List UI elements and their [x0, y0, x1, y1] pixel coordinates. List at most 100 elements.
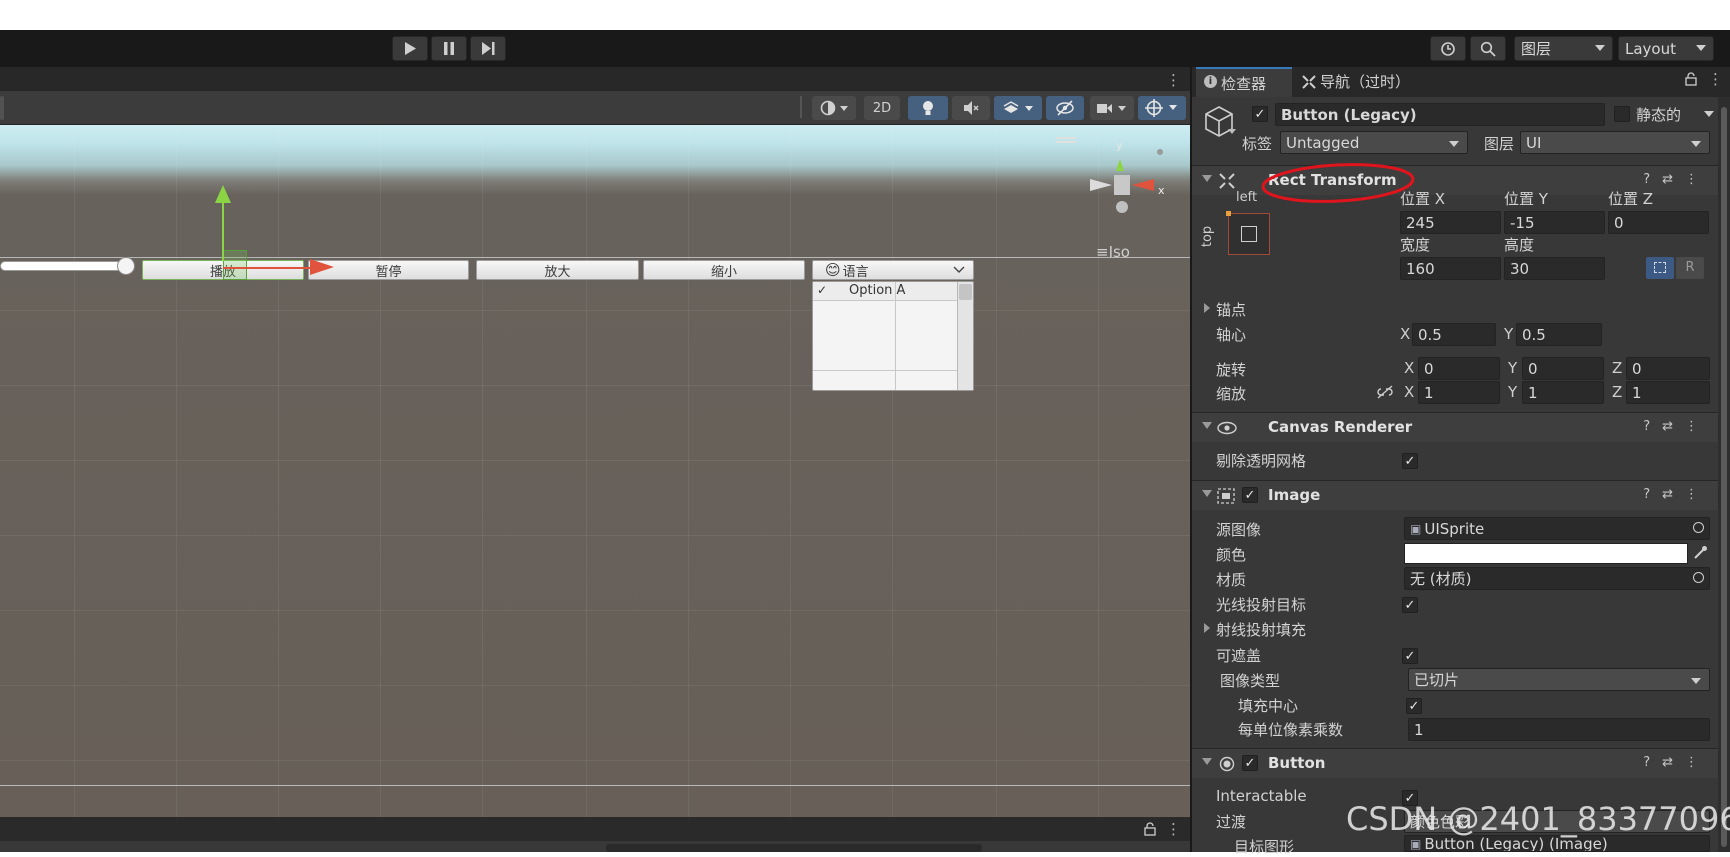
tab-inspector-label: 检查器	[1221, 75, 1267, 93]
chevron-down-icon[interactable]	[1228, 129, 1236, 134]
rot-y-field[interactable]: 0	[1522, 357, 1604, 380]
pos-z-field[interactable]: 0	[1608, 211, 1709, 234]
width-field[interactable]: 160	[1400, 257, 1501, 280]
component-header-icons[interactable]: ?⇄⋮	[1643, 419, 1710, 434]
scale-y-field[interactable]: 1	[1522, 381, 1604, 404]
raycast-target-checkbox[interactable]: ✓	[1402, 597, 1418, 613]
tag-dropdown[interactable]: Untagged	[1280, 131, 1468, 154]
pixels-per-unit-field[interactable]: 1	[1408, 718, 1710, 741]
fold-triangle-icon[interactable]	[1204, 623, 1210, 633]
gizmo-y-label: y	[1116, 139, 1123, 152]
zoom-out-ui-button[interactable]: 缩小	[643, 260, 805, 280]
component-header-icons[interactable]: ?⇄⋮	[1643, 172, 1710, 187]
image-header[interactable]: ✓ Image ?⇄⋮	[1192, 480, 1728, 510]
maskable-checkbox[interactable]: ✓	[1402, 648, 1418, 664]
raycast-padding-label[interactable]: 射线投射填充	[1216, 619, 1306, 640]
button-header[interactable]: ✓ Button ?⇄⋮	[1192, 748, 1728, 778]
pos-y-field[interactable]: -15	[1504, 211, 1605, 234]
image-type-label: 图像类型	[1220, 672, 1281, 690]
hidden-eye-icon	[1056, 100, 1074, 116]
iso-label[interactable]: ≡Iso	[1096, 243, 1130, 261]
main-toolbar: 图层 Layout	[0, 30, 1730, 67]
image-enabled-checkbox[interactable]: ✓	[1242, 487, 1258, 503]
pause-button[interactable]	[431, 36, 467, 61]
visibility-toggle[interactable]	[1046, 96, 1084, 120]
pos-x-field[interactable]: 245	[1400, 211, 1501, 234]
console-search[interactable]	[606, 844, 982, 852]
color-field[interactable]	[1404, 543, 1688, 564]
object-name-input[interactable]: Button (Legacy)	[1275, 103, 1605, 126]
lighting-toggle[interactable]	[908, 96, 948, 120]
emoji-icon: 😊	[825, 261, 841, 279]
chevron-down-icon[interactable]	[1704, 111, 1714, 117]
component-header-icons[interactable]: ?⇄⋮	[1643, 755, 1710, 770]
rot-x-field[interactable]: 0	[1418, 357, 1500, 380]
height-label: 高度	[1504, 236, 1535, 254]
more-options-icon[interactable]: ⋮	[1166, 71, 1181, 89]
layers-dropdown[interactable]: 图层	[1514, 36, 1613, 61]
effects-toggle[interactable]	[994, 96, 1042, 120]
more-options-icon[interactable]: ⋮	[1166, 820, 1181, 838]
zoom-in-ui-button[interactable]: 放大	[476, 260, 639, 280]
canvas-renderer-header[interactable]: Canvas Renderer ?⇄⋮	[1192, 412, 1728, 442]
raw-edit-button[interactable]: R	[1676, 257, 1704, 279]
fold-triangle-icon[interactable]	[1204, 303, 1210, 313]
navigation-icon	[1302, 75, 1316, 89]
pivot-x-field[interactable]: 0.5	[1412, 323, 1496, 346]
audio-toggle[interactable]	[952, 96, 990, 120]
dropdown-scrollbar[interactable]	[957, 282, 973, 390]
slider-handle[interactable]	[117, 257, 135, 275]
button-enabled-checkbox[interactable]: ✓	[1242, 755, 1258, 771]
shading-mode-button[interactable]	[812, 96, 856, 120]
layer-dropdown[interactable]: UI	[1520, 131, 1710, 154]
blueprint-mode-button[interactable]	[1646, 257, 1674, 279]
slider-track[interactable]	[0, 261, 130, 271]
lock-icon[interactable]	[1144, 822, 1156, 836]
image-type-dropdown[interactable]: 已切片	[1408, 668, 1710, 691]
scale-label: 缩放	[1216, 385, 1247, 403]
gizmos-button[interactable]	[1138, 96, 1186, 120]
mode-2d-button[interactable]: 2D	[864, 96, 900, 120]
pause-icon	[444, 42, 454, 55]
more-options-icon[interactable]: ⋮	[1708, 70, 1723, 88]
constrain-proportions-icon[interactable]	[1376, 385, 1394, 399]
anchors-label[interactable]: 锚点	[1216, 299, 1246, 320]
fill-center-checkbox[interactable]: ✓	[1406, 698, 1422, 714]
dropdown-option[interactable]: ✓ Option A	[813, 282, 957, 301]
material-field[interactable]: 无 (材质)	[1404, 567, 1710, 590]
object-picker-icon[interactable]	[1693, 522, 1704, 533]
orientation-gizmo[interactable]: x y	[1080, 137, 1190, 217]
active-checkbox[interactable]: ✓	[1252, 106, 1268, 122]
source-image-field[interactable]: ▣ UISprite	[1404, 517, 1710, 540]
move-handle-box[interactable]	[223, 250, 247, 280]
scrollbar-thumb[interactable]	[1721, 107, 1727, 847]
history-button[interactable]	[1430, 36, 1466, 61]
component-header-icons[interactable]: ?⇄⋮	[1643, 487, 1710, 502]
scrollbar-thumb[interactable]	[959, 284, 972, 300]
height-field[interactable]: 30	[1504, 257, 1605, 280]
hamburger-icon[interactable]	[1056, 137, 1076, 139]
anchor-preset-button[interactable]	[1228, 213, 1270, 255]
tab-inspector[interactable]: i 检查器	[1196, 67, 1292, 97]
search-button[interactable]	[1470, 36, 1506, 61]
step-button[interactable]	[470, 36, 506, 61]
x-axis-handle[interactable]	[223, 267, 313, 269]
language-dropdown[interactable]: 😊 语言	[812, 260, 974, 280]
rot-z-field[interactable]: 0	[1626, 357, 1710, 380]
cull-transparent-checkbox[interactable]: ✓	[1402, 453, 1418, 469]
scale-x-field[interactable]: 1	[1418, 381, 1500, 404]
layout-dropdown[interactable]: Layout	[1618, 36, 1714, 61]
scene-view[interactable]: x y ≡Iso 播放 暂停 放大 缩小 😊 语言 ✓ Option A	[0, 125, 1190, 817]
scene-tab-bar: ⋮	[0, 67, 1190, 91]
scale-z-field[interactable]: 1	[1626, 381, 1710, 404]
play-button[interactable]	[392, 36, 428, 61]
camera-settings-button[interactable]	[1090, 96, 1134, 120]
camera-icon	[1097, 104, 1126, 113]
static-checkbox[interactable]	[1614, 106, 1630, 122]
inspector-scrollbar[interactable]	[1718, 97, 1730, 852]
eyedropper-icon[interactable]	[1692, 545, 1708, 561]
tab-navigation[interactable]: 导航（过时）	[1296, 67, 1446, 97]
object-picker-icon[interactable]	[1693, 572, 1704, 583]
pivot-y-field[interactable]: 0.5	[1516, 323, 1602, 346]
lock-icon[interactable]	[1685, 72, 1697, 86]
